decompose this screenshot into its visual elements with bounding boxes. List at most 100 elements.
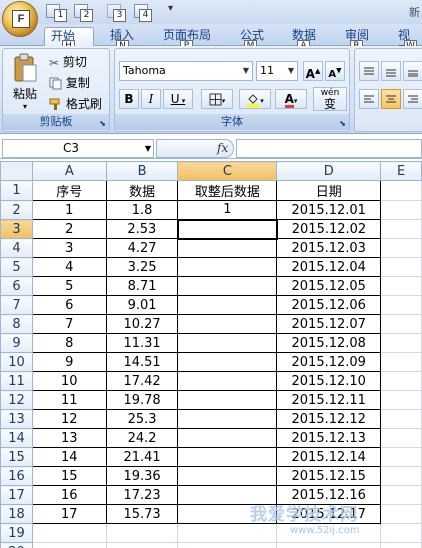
shrink-font-button[interactable]: A▼ xyxy=(325,61,345,81)
name-box[interactable]: C3 ▼ xyxy=(2,139,154,158)
cell-e2[interactable] xyxy=(380,200,422,220)
row-header[interactable]: 1 xyxy=(0,180,33,201)
select-all-corner[interactable] xyxy=(0,161,33,181)
cell-c3[interactable] xyxy=(176,218,278,240)
row-header[interactable]: 2 xyxy=(0,200,33,220)
cell-c14[interactable] xyxy=(177,428,278,448)
align-right-button[interactable] xyxy=(403,89,422,109)
dialog-launcher-icon[interactable]: ⬊ xyxy=(99,119,106,128)
cell-a13[interactable]: 12 xyxy=(31,409,107,429)
cell-e16[interactable] xyxy=(380,466,422,486)
row-header[interactable]: 12 xyxy=(0,390,33,410)
cell-d2[interactable]: 2015.12.01 xyxy=(276,200,382,220)
cell-d14[interactable]: 2015.12.13 xyxy=(276,428,382,448)
cell-d3[interactable]: 2015.12.02 xyxy=(276,219,382,239)
cell-b4[interactable]: 4.27 xyxy=(105,238,179,258)
copy-button[interactable]: 复制 xyxy=(49,74,90,92)
cell-a7[interactable]: 6 xyxy=(31,295,107,315)
cell-b12[interactable]: 19.78 xyxy=(105,390,179,410)
row-header[interactable]: 14 xyxy=(0,428,33,448)
underline-button[interactable]: U ▾ xyxy=(163,89,193,109)
cell-a20[interactable] xyxy=(31,542,107,548)
cell-c6[interactable] xyxy=(177,276,278,296)
cell-e3[interactable] xyxy=(380,219,422,239)
column-header[interactable]: B xyxy=(105,161,179,181)
cell-b16[interactable]: 19.36 xyxy=(105,466,179,486)
column-header[interactable]: A xyxy=(31,161,107,181)
cell-a9[interactable]: 8 xyxy=(31,333,107,353)
cell-e18[interactable] xyxy=(380,504,422,524)
italic-button[interactable]: I xyxy=(141,89,161,109)
column-header[interactable]: C xyxy=(177,161,278,181)
cell-c12[interactable] xyxy=(177,390,278,410)
cell-b15[interactable]: 21.41 xyxy=(105,447,179,467)
row-header[interactable]: 3 xyxy=(0,219,33,239)
cell-e7[interactable] xyxy=(380,295,422,315)
cell-d18[interactable]: 2015.12.17 xyxy=(276,504,382,524)
insert-function-icon[interactable]: fx xyxy=(217,141,228,155)
cell-d12[interactable]: 2015.12.11 xyxy=(276,390,382,410)
format-painter-button[interactable]: 格式刷 xyxy=(49,95,102,113)
cell-b17[interactable]: 17.23 xyxy=(105,485,179,505)
cell-a11[interactable]: 10 xyxy=(31,371,107,391)
cell-e5[interactable] xyxy=(380,257,422,277)
cell-d20[interactable] xyxy=(276,542,382,548)
cell-a8[interactable]: 7 xyxy=(31,314,107,334)
cell-d4[interactable]: 2015.12.03 xyxy=(276,238,382,258)
cell-e15[interactable] xyxy=(380,447,422,467)
cell-b5[interactable]: 3.25 xyxy=(105,257,179,277)
qat-dropdown-icon[interactable]: ▾ xyxy=(168,3,173,14)
cell-a15[interactable]: 14 xyxy=(31,447,107,467)
cell-a1[interactable]: 序号 xyxy=(31,180,107,201)
align-top-button[interactable] xyxy=(359,61,379,81)
font-color-button[interactable]: A▾ xyxy=(275,89,307,109)
cell-b7[interactable]: 9.01 xyxy=(105,295,179,315)
phonetic-button[interactable]: wén 变 xyxy=(313,87,347,111)
cell-c4[interactable] xyxy=(177,238,278,258)
row-header[interactable]: 20 xyxy=(0,542,33,548)
row-header[interactable]: 4 xyxy=(0,238,33,258)
cell-d1[interactable]: 日期 xyxy=(276,180,382,201)
cell-d6[interactable]: 2015.12.05 xyxy=(276,276,382,296)
cell-e19[interactable] xyxy=(380,523,422,543)
cell-c19[interactable] xyxy=(177,523,278,543)
cell-b6[interactable]: 8.71 xyxy=(105,276,179,296)
row-header[interactable]: 19 xyxy=(0,523,33,543)
cell-a19[interactable] xyxy=(31,523,107,543)
cell-e8[interactable] xyxy=(380,314,422,334)
cell-d16[interactable]: 2015.12.15 xyxy=(276,466,382,486)
cell-a16[interactable]: 15 xyxy=(31,466,107,486)
font-size-select[interactable]: 11 ▼ xyxy=(256,61,298,81)
cell-a18[interactable]: 17 xyxy=(31,504,107,524)
cell-c20[interactable] xyxy=(177,542,278,548)
row-header[interactable]: 7 xyxy=(0,295,33,315)
cell-c5[interactable] xyxy=(177,257,278,277)
cell-b2[interactable]: 1.8 xyxy=(105,200,179,220)
office-button[interactable]: F xyxy=(2,1,38,37)
fill-color-button[interactable]: ▾ xyxy=(239,89,271,109)
cell-a10[interactable]: 9 xyxy=(31,352,107,372)
cell-d7[interactable]: 2015.12.06 xyxy=(276,295,382,315)
cell-b9[interactable]: 11.31 xyxy=(105,333,179,353)
cell-e14[interactable] xyxy=(380,428,422,448)
cell-e20[interactable] xyxy=(380,542,422,548)
cell-e4[interactable] xyxy=(380,238,422,258)
borders-button[interactable]: ▾ xyxy=(201,89,233,109)
cell-a6[interactable]: 5 xyxy=(31,276,107,296)
cell-d13[interactable]: 2015.12.12 xyxy=(276,409,382,429)
cell-b13[interactable]: 25.3 xyxy=(105,409,179,429)
cell-b11[interactable]: 17.42 xyxy=(105,371,179,391)
row-header[interactable]: 11 xyxy=(0,371,33,391)
cell-a3[interactable]: 2 xyxy=(31,219,107,239)
cell-e17[interactable] xyxy=(380,485,422,505)
align-left-button[interactable] xyxy=(359,89,379,109)
column-header[interactable]: D xyxy=(276,161,382,181)
cell-b18[interactable]: 15.73 xyxy=(105,504,179,524)
cell-e10[interactable] xyxy=(380,352,422,372)
cell-a17[interactable]: 16 xyxy=(31,485,107,505)
row-header[interactable]: 5 xyxy=(0,257,33,277)
cell-b3[interactable]: 2.53 xyxy=(105,219,179,239)
cell-e12[interactable] xyxy=(380,390,422,410)
cell-d17[interactable]: 2015.12.16 xyxy=(276,485,382,505)
cell-c16[interactable] xyxy=(177,466,278,486)
